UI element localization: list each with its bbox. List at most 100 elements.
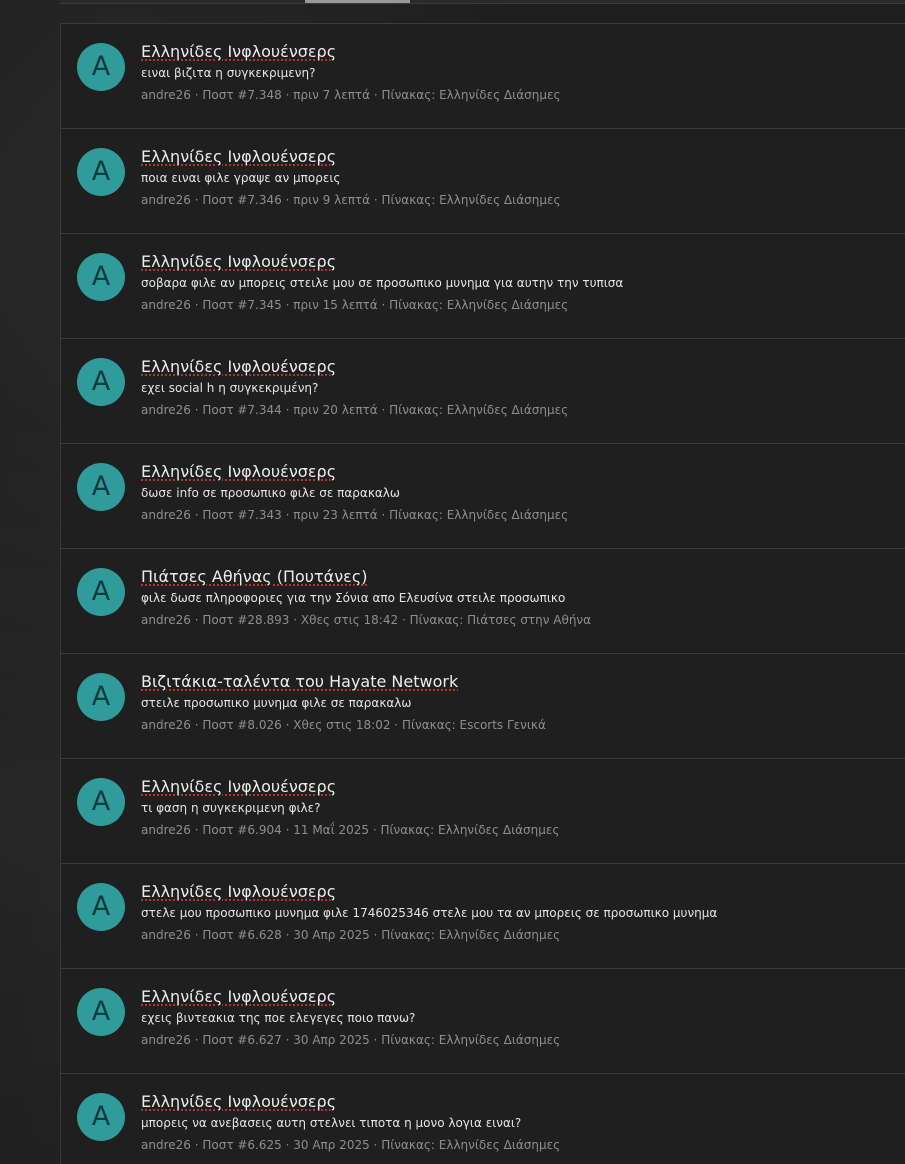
result-item: A Βιζιτάκια-ταλέντα του Hayate Network σ… bbox=[61, 654, 905, 759]
avatar[interactable]: A bbox=[77, 253, 125, 301]
post-time[interactable]: πριν 23 λεπτά bbox=[293, 508, 377, 522]
post-time[interactable]: Χθες στις 18:02 bbox=[293, 718, 390, 732]
meta-separator: · bbox=[281, 928, 294, 942]
thread-title-link[interactable]: Ελληνίδες Ινφλουένσερς bbox=[141, 986, 336, 1008]
post-time[interactable]: πριν 15 λεπτά bbox=[293, 298, 377, 312]
author-link[interactable]: andre26 bbox=[141, 508, 191, 522]
thread-title-link[interactable]: Ελληνίδες Ινφλουένσερς bbox=[141, 881, 336, 903]
avatar[interactable]: A bbox=[77, 463, 125, 511]
avatar[interactable]: A bbox=[77, 1093, 125, 1141]
author-link[interactable]: andre26 bbox=[141, 1033, 191, 1047]
result-content: Ελληνίδες Ινφλουένσερς ποια ειναι φιλε γ… bbox=[141, 146, 896, 208]
post-snippet[interactable]: ειναι βιζιτα η συγκεκριμενη? bbox=[141, 65, 896, 81]
post-number-link[interactable]: Ποστ #28.893 bbox=[202, 613, 289, 627]
author-link[interactable]: andre26 bbox=[141, 718, 191, 732]
avatar[interactable]: A bbox=[77, 358, 125, 406]
result-item: A Ελληνίδες Ινφλουένσερς ποια ειναι φιλε… bbox=[61, 129, 905, 234]
meta-separator: · bbox=[281, 193, 294, 207]
post-number-link[interactable]: Ποστ #6.625 bbox=[202, 1138, 281, 1152]
post-snippet[interactable]: εχει social h η συγκεκριμένη? bbox=[141, 380, 896, 396]
post-number-link[interactable]: Ποστ #7.348 bbox=[202, 88, 281, 102]
post-time[interactable]: πριν 20 λεπτά bbox=[293, 403, 377, 417]
avatar[interactable]: A bbox=[77, 673, 125, 721]
thread-title-link[interactable]: Πιάτσες Αθήνας (Πουτάνες) bbox=[141, 566, 367, 588]
post-number-link[interactable]: Ποστ #7.344 bbox=[202, 403, 281, 417]
avatar[interactable]: A bbox=[77, 778, 125, 826]
board-link[interactable]: Πίνακας: Ελληνίδες Διάσημες bbox=[381, 1033, 560, 1047]
post-meta: andre26 · Ποστ #7.343 · πριν 23 λεπτά · … bbox=[141, 507, 896, 523]
board-link[interactable]: Πίνακας: Πιάτσες στην Αθήνα bbox=[410, 613, 591, 627]
post-time[interactable]: 30 Απρ 2025 bbox=[293, 1033, 370, 1047]
post-time[interactable]: 11 Μαΐ 2025 bbox=[293, 823, 369, 837]
board-link[interactable]: Πίνακας: Ελληνίδες Διάσημες bbox=[381, 928, 560, 942]
post-snippet[interactable]: μπορεις να ανεβασεις αυτη στελνει τιποτα… bbox=[141, 1115, 896, 1131]
post-number-link[interactable]: Ποστ #7.343 bbox=[202, 508, 281, 522]
post-time[interactable]: πριν 9 λεπτά bbox=[293, 193, 370, 207]
board-link[interactable]: Πίνακας: Ελληνίδες Διάσημες bbox=[382, 193, 561, 207]
post-meta: andre26 · Ποστ #6.625 · 30 Απρ 2025 · Πί… bbox=[141, 1137, 896, 1153]
result-item: A Ελληνίδες Ινφλουένσερς σοβαρα φιλε αν … bbox=[61, 234, 905, 339]
thread-title-link[interactable]: Ελληνίδες Ινφλουένσερς bbox=[141, 356, 336, 378]
author-link[interactable]: andre26 bbox=[141, 928, 191, 942]
author-link[interactable]: andre26 bbox=[141, 298, 191, 312]
post-snippet[interactable]: φιλε δωσε πληροφοριες για την Σόνια απο … bbox=[141, 590, 896, 606]
board-link[interactable]: Πίνακας: Escorts Γενικά bbox=[402, 718, 546, 732]
board-link[interactable]: Πίνακας: Ελληνίδες Διάσημες bbox=[381, 1138, 560, 1152]
avatar[interactable]: A bbox=[77, 148, 125, 196]
post-meta: andre26 · Ποστ #7.345 · πριν 15 λεπτά · … bbox=[141, 297, 896, 313]
meta-separator: · bbox=[281, 508, 294, 522]
result-item: A Ελληνίδες Ινφλουένσερς εχει social h η… bbox=[61, 339, 905, 444]
avatar[interactable]: A bbox=[77, 568, 125, 616]
post-number-link[interactable]: Ποστ #6.627 bbox=[202, 1033, 281, 1047]
meta-separator: · bbox=[369, 1138, 382, 1152]
post-number-link[interactable]: Ποστ #7.346 bbox=[202, 193, 281, 207]
board-link[interactable]: Πίνακας: Ελληνίδες Διάσημες bbox=[389, 403, 568, 417]
meta-separator: · bbox=[281, 403, 294, 417]
board-link[interactable]: Πίνακας: Ελληνίδες Διάσημες bbox=[380, 823, 559, 837]
author-link[interactable]: andre26 bbox=[141, 613, 191, 627]
post-snippet[interactable]: τι φαση η συγκεκριμενη φιλε? bbox=[141, 800, 896, 816]
thread-title-link[interactable]: Ελληνίδες Ινφλουένσερς bbox=[141, 776, 336, 798]
post-number-link[interactable]: Ποστ #7.345 bbox=[202, 298, 281, 312]
author-link[interactable]: andre26 bbox=[141, 88, 191, 102]
avatar[interactable]: A bbox=[77, 883, 125, 931]
post-number-link[interactable]: Ποστ #6.628 bbox=[202, 928, 281, 942]
post-time[interactable]: 30 Απρ 2025 bbox=[293, 928, 370, 942]
post-time[interactable]: πριν 7 λεπτά bbox=[293, 88, 370, 102]
avatar[interactable]: A bbox=[77, 43, 125, 91]
author-link[interactable]: andre26 bbox=[141, 403, 191, 417]
board-link[interactable]: Πίνακας: Ελληνίδες Διάσημες bbox=[389, 508, 568, 522]
author-link[interactable]: andre26 bbox=[141, 823, 191, 837]
board-link[interactable]: Πίνακας: Ελληνίδες Διάσημες bbox=[382, 88, 561, 102]
post-time[interactable]: Χθες στις 18:42 bbox=[301, 613, 398, 627]
post-number-link[interactable]: Ποστ #8.026 bbox=[202, 718, 281, 732]
author-link[interactable]: andre26 bbox=[141, 193, 191, 207]
post-snippet[interactable]: εχεις βιντεακια της ποε ελεγεγες ποιο πα… bbox=[141, 1010, 896, 1026]
post-snippet[interactable]: στελε μου προσωπικο μυνημα φιλε 17460253… bbox=[141, 905, 896, 921]
post-snippet[interactable]: ποια ειναι φιλε γραψε αν μπορεις bbox=[141, 170, 896, 186]
meta-separator: · bbox=[281, 298, 294, 312]
post-number-link[interactable]: Ποστ #6.904 bbox=[202, 823, 281, 837]
result-content: Ελληνίδες Ινφλουένσερς σοβαρα φιλε αν μπ… bbox=[141, 251, 896, 313]
author-link[interactable]: andre26 bbox=[141, 1138, 191, 1152]
meta-separator: · bbox=[369, 928, 382, 942]
thread-title-link[interactable]: Ελληνίδες Ινφλουένσερς bbox=[141, 41, 336, 63]
meta-separator: · bbox=[377, 508, 390, 522]
meta-separator: · bbox=[369, 1033, 382, 1047]
thread-title-link[interactable]: Ελληνίδες Ινφλουένσερς bbox=[141, 1091, 336, 1113]
post-snippet[interactable]: στειλε προσωπικο μυνημα φιλε σε παρακαλω bbox=[141, 695, 896, 711]
avatar[interactable]: A bbox=[77, 988, 125, 1036]
tab-bar bbox=[60, 0, 905, 4]
thread-title-link[interactable]: Ελληνίδες Ινφλουένσερς bbox=[141, 146, 336, 168]
post-time[interactable]: 30 Απρ 2025 bbox=[293, 1138, 370, 1152]
post-snippet[interactable]: δωσε info σε προσωπικο φιλε σε παρακαλω bbox=[141, 485, 896, 501]
post-snippet[interactable]: σοβαρα φιλε αν μπορεις στειλε μου σε προ… bbox=[141, 275, 896, 291]
board-link[interactable]: Πίνακας: Ελληνίδες Διάσημες bbox=[389, 298, 568, 312]
active-tab-indicator[interactable] bbox=[305, 0, 410, 3]
meta-separator: · bbox=[281, 823, 294, 837]
meta-separator: · bbox=[190, 928, 203, 942]
thread-title-link[interactable]: Βιζιτάκια-ταλέντα του Hayate Network bbox=[141, 671, 458, 693]
thread-title-link[interactable]: Ελληνίδες Ινφλουένσερς bbox=[141, 461, 336, 483]
meta-separator: · bbox=[281, 88, 294, 102]
thread-title-link[interactable]: Ελληνίδες Ινφλουένσερς bbox=[141, 251, 336, 273]
